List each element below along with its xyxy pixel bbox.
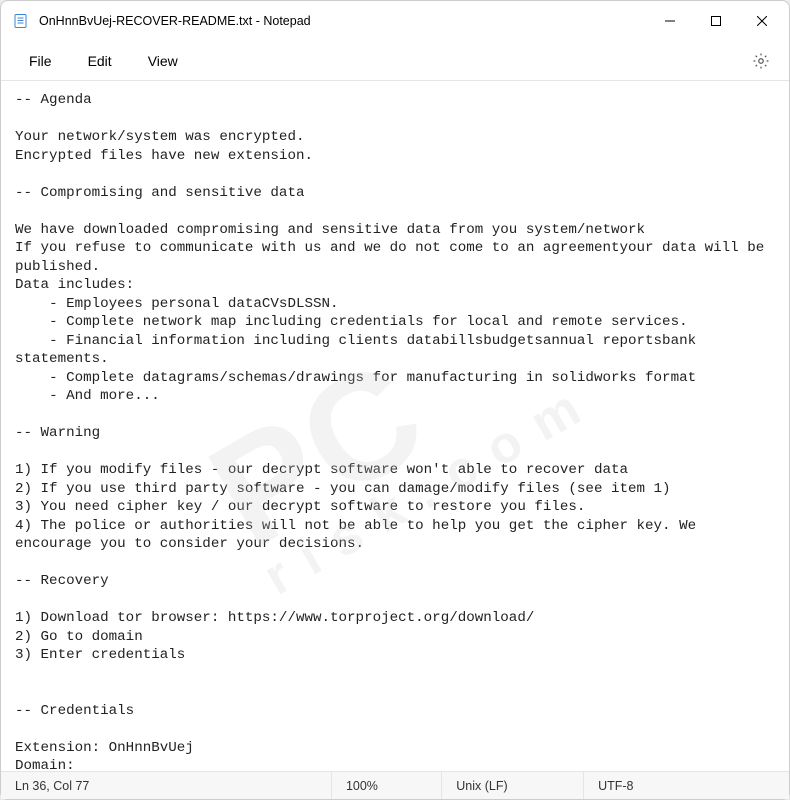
menu-file[interactable]: File bbox=[11, 47, 70, 75]
maximize-button[interactable] bbox=[693, 6, 739, 36]
text-editor[interactable]: -- Agenda Your network/system was encryp… bbox=[1, 81, 789, 771]
status-position: Ln 36, Col 77 bbox=[1, 772, 332, 799]
window-title: OnHnnBvUej-RECOVER-README.txt - Notepad bbox=[39, 14, 311, 28]
status-encoding[interactable]: UTF-8 bbox=[584, 772, 789, 799]
settings-button[interactable] bbox=[743, 43, 779, 79]
editor-area: -- Agenda Your network/system was encryp… bbox=[1, 81, 789, 771]
caption-buttons bbox=[647, 6, 785, 36]
status-zoom[interactable]: 100% bbox=[332, 772, 442, 799]
titlebar[interactable]: OnHnnBvUej-RECOVER-README.txt - Notepad bbox=[1, 1, 789, 41]
menubar: File Edit View bbox=[1, 41, 789, 81]
notepad-window: OnHnnBvUej-RECOVER-README.txt - Notepad … bbox=[0, 0, 790, 800]
close-button[interactable] bbox=[739, 6, 785, 36]
menu-view[interactable]: View bbox=[130, 47, 196, 75]
menu-edit[interactable]: Edit bbox=[70, 47, 130, 75]
text-content: -- Agenda Your network/system was encryp… bbox=[15, 92, 773, 771]
notepad-icon bbox=[13, 13, 29, 29]
minimize-button[interactable] bbox=[647, 6, 693, 36]
statusbar: Ln 36, Col 77 100% Unix (LF) UTF-8 bbox=[1, 771, 789, 799]
status-line-ending[interactable]: Unix (LF) bbox=[442, 772, 584, 799]
